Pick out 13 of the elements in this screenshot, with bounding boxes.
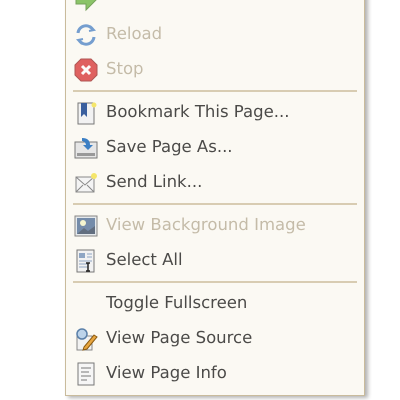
menu-item[interactable]: Bookmark This Page... [66,95,364,130]
save-icon [74,136,98,160]
menu-item[interactable]: Save Page As... [66,130,364,165]
reload-icon [74,22,98,46]
menu-item[interactable]: Toggle Fullscreen [66,286,364,321]
magnifier-pencil-icon [74,326,98,350]
mail-icon [74,170,98,194]
menu-item[interactable]: View Page Info [66,356,364,391]
menu-item[interactable]: Send Link... [66,165,364,200]
menu-item[interactable]: Select All [66,243,364,278]
image-icon [74,214,98,238]
stop-icon [74,58,98,82]
menu-item[interactable]: View Page Source [66,321,364,356]
